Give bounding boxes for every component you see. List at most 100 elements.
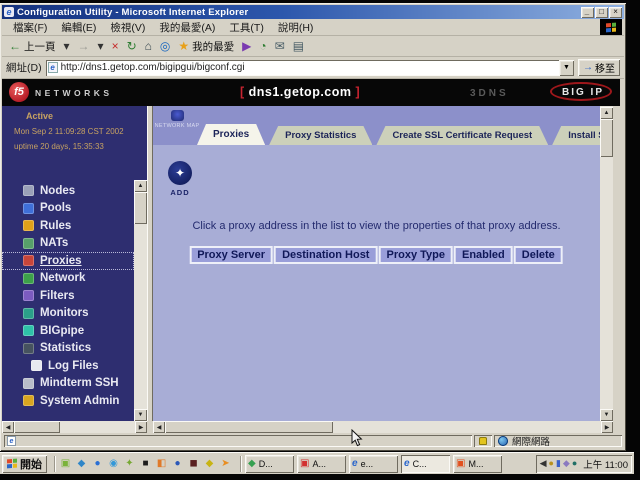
task-button-task-3[interactable]: e e... — [349, 455, 398, 473]
quick-launch-icon-ql-5[interactable]: ✦ — [123, 457, 136, 470]
start-button[interactable]: 開始 — [2, 455, 47, 473]
quick-launch-icon-ql-3[interactable]: ● — [91, 457, 104, 470]
toolbar-button-home[interactable]: ⌂ — [141, 37, 156, 55]
toolbar-button-history[interactable]: ◔ — [255, 37, 270, 55]
quick-launch-icon-ql-2[interactable]: ◆ — [75, 457, 88, 470]
sidebar-item-nats[interactable]: NATs — [2, 235, 134, 253]
toolbar-button-forward-dropdown[interactable]: ▾ — [94, 37, 108, 55]
sidebar-horizontal-scrollbar[interactable]: ◀ ▶ — [2, 421, 147, 433]
sidebar-item-icon — [23, 308, 34, 319]
toolbar-button-media[interactable]: ▶ — [238, 37, 255, 55]
toolbar-button-back[interactable]: ← 上一頁 — [5, 37, 60, 55]
tray-icon-tray-2[interactable]: ● — [549, 458, 554, 469]
window-title: Configuration Utility - Microsoft Intern… — [17, 7, 581, 18]
main-vertical-scrollbar[interactable]: ▲ ▼ — [600, 106, 613, 421]
scroll-down-button[interactable]: ▼ — [600, 409, 613, 421]
sidebar-item-rules[interactable]: Rules — [2, 217, 134, 235]
toolbar-button-icon: ⌂ — [145, 40, 152, 52]
scroll-down-button[interactable]: ▼ — [134, 409, 147, 421]
sidebar-item-icon — [23, 220, 34, 231]
quick-launch-icon-ql-4[interactable]: ◉ — [107, 457, 120, 470]
menu-item-edit[interactable]: 編輯(E) — [54, 19, 103, 36]
product-bigip-link[interactable]: BIG IP — [558, 87, 608, 98]
toolbar-button-stop[interactable]: × — [108, 37, 123, 55]
sidebar-item-proxies[interactable]: Proxies — [2, 252, 134, 270]
product-3dns-link[interactable]: 3DNS — [470, 88, 509, 99]
tab-install-ssl-certif[interactable]: Install SSL Certif — [552, 126, 600, 145]
tab-proxy-statistics[interactable]: Proxy Statistics — [269, 126, 372, 145]
task-button-task-2[interactable]: ▣ A... — [297, 455, 346, 473]
sidebar-item-log-files[interactable]: Log Files — [2, 357, 134, 375]
tab-proxies[interactable]: Proxies — [197, 124, 265, 145]
address-input[interactable] — [61, 62, 559, 73]
sidebar-item-monitors[interactable]: Monitors — [2, 305, 134, 323]
sidebar-item-nodes[interactable]: Nodes — [2, 182, 134, 200]
menu-item-file[interactable]: 檔案(F) — [6, 19, 54, 36]
toolbar-button-back-dropdown[interactable]: ▾ — [60, 37, 74, 55]
sidebar-item-bigpipe[interactable]: BIGpipe — [2, 322, 134, 340]
tray-icon-tray-4[interactable]: ◆ — [563, 458, 570, 469]
scroll-thumb[interactable] — [165, 421, 333, 433]
network-map-button[interactable]: NETWORK MAP — [156, 110, 198, 142]
quick-launch-icon-ql-7[interactable]: ◧ — [155, 457, 168, 470]
toolbar-button-print[interactable]: ▤ — [289, 37, 308, 55]
scroll-up-button[interactable]: ▲ — [134, 180, 147, 192]
scroll-up-button[interactable]: ▲ — [600, 107, 613, 119]
sidebar-item-system-admin[interactable]: System Admin — [2, 392, 134, 410]
proxies-content: ✦ ADD Click a proxy address in the list … — [153, 145, 600, 421]
window-control-minimize[interactable]: _ — [581, 7, 594, 18]
add-button[interactable]: ✦ — [168, 161, 192, 185]
toolbar-button-refresh[interactable]: ↻ — [123, 37, 141, 55]
tab-create-ssl-certificate-request[interactable]: Create SSL Certificate Request — [376, 126, 548, 145]
toolbar-button-icon: ★ — [178, 40, 189, 52]
quick-launch-icon-ql-11[interactable]: ➤ — [219, 457, 232, 470]
quick-launch-icon-ql-8[interactable]: ● — [171, 457, 184, 470]
sidebar-item-network[interactable]: Network — [2, 270, 134, 288]
task-button-task-1[interactable]: ◆ D... — [245, 455, 294, 473]
tray-icon-tray-5[interactable]: ● — [572, 458, 577, 469]
scroll-thumb[interactable] — [134, 192, 147, 224]
quick-launch-icon-ql-6[interactable]: ■ — [139, 457, 152, 470]
window-control-maximize[interactable]: □ — [595, 7, 608, 18]
tray-icon-tray-3[interactable]: ▮ — [556, 458, 561, 469]
menu-item-favorites[interactable]: 我的最愛(A) — [152, 19, 222, 36]
quick-launch-icon-ql-10[interactable]: ◆ — [203, 457, 216, 470]
scroll-right-button[interactable]: ▶ — [601, 421, 613, 433]
sidebar-item-pools[interactable]: Pools — [2, 200, 134, 218]
taskbar-clock: 上午 11:00 — [583, 457, 628, 471]
sidebar-item-filters[interactable]: Filters — [2, 287, 134, 305]
quick-launch-icon-ql-9[interactable]: ◼ — [187, 457, 200, 470]
mouse-cursor — [350, 429, 363, 448]
quick-launch-icon-ql-1[interactable]: ▣ — [59, 457, 72, 470]
scroll-thumb[interactable] — [600, 119, 613, 157]
task-button-task-5[interactable]: ▣ M... — [453, 455, 502, 473]
sidebar-item-mindterm-ssh[interactable]: Mindterm SSH — [2, 375, 134, 393]
sidebar-item-statistics[interactable]: Statistics — [2, 340, 134, 358]
toolbar-button-mail[interactable]: ✉ — [271, 37, 289, 55]
toolbar-button-icon: × — [112, 40, 119, 52]
title-bar[interactable]: e Configuration Utility - Microsoft Inte… — [2, 5, 624, 19]
sidebar-item-label: Nodes — [40, 185, 75, 197]
toolbar-button-search[interactable]: ◎ — [156, 37, 174, 55]
scroll-thumb[interactable] — [14, 421, 60, 433]
scroll-right-button[interactable]: ▶ — [135, 421, 147, 433]
scroll-left-button[interactable]: ◀ — [153, 421, 165, 433]
task-button-icon: e — [404, 458, 410, 470]
menu-item-tools[interactable]: 工具(T) — [222, 19, 270, 36]
go-button[interactable]: → 移至 — [578, 59, 620, 76]
sidebar-vertical-scrollbar[interactable]: ▲ ▼ — [134, 180, 147, 421]
network-map-label: NETWORK MAP — [155, 123, 200, 129]
toolbar-button-icon: ◔ — [259, 40, 266, 52]
window-control-close[interactable]: × — [609, 7, 622, 18]
sidebar-item-label: NATs — [40, 237, 68, 249]
toolbar: ← 上一頁 ▾ → ▾ × — [2, 36, 624, 57]
main-horizontal-scrollbar[interactable]: ◀ ▶ — [153, 421, 613, 433]
menu-item-view[interactable]: 檢視(V) — [103, 19, 152, 36]
tray-icon-tray-1[interactable]: ◀ — [540, 458, 547, 469]
toolbar-button-favorites[interactable]: ★ 我的最愛 — [174, 37, 238, 55]
scroll-left-button[interactable]: ◀ — [2, 421, 14, 433]
task-button-task-4[interactable]: e C... — [401, 455, 450, 473]
address-dropdown-icon[interactable]: ▼ — [559, 60, 574, 76]
menu-item-help[interactable]: 說明(H) — [271, 19, 321, 36]
toolbar-button-forward[interactable]: → — [74, 37, 94, 55]
